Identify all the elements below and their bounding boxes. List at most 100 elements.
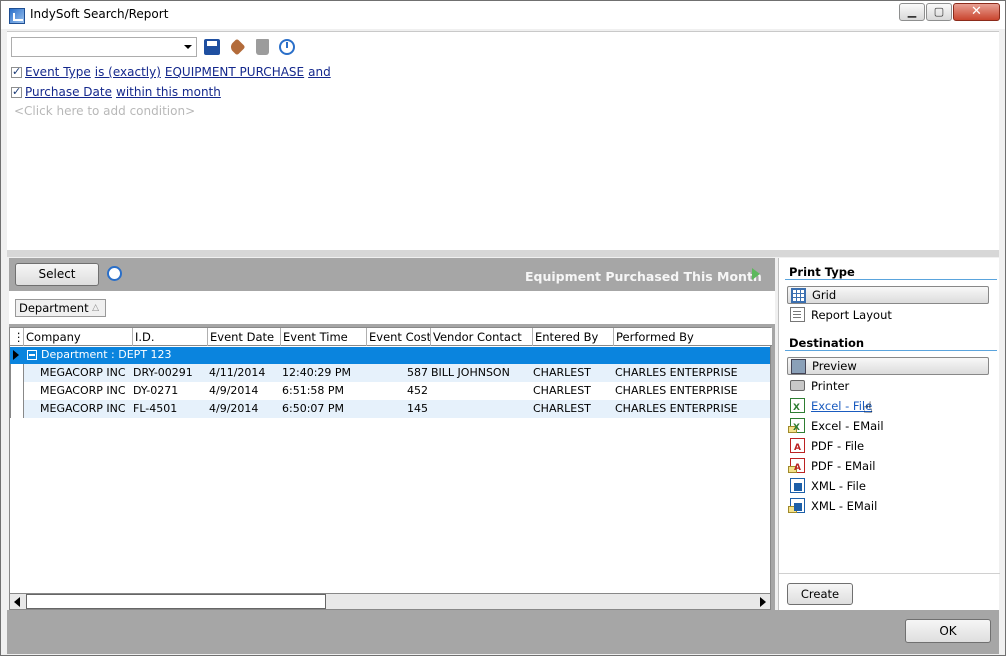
print-type-divider (785, 279, 997, 280)
group-row[interactable]: Department : DEPT 123 (10, 347, 770, 364)
group-by-chip[interactable]: Department △ (15, 299, 106, 317)
condition-1-checkbox[interactable] (11, 65, 22, 78)
cell-performed-by: CHARLES ENTERPRISE (615, 402, 738, 415)
destination-xml-file[interactable]: XML - File (787, 477, 866, 495)
destination-xml-email[interactable]: XML - EMail (787, 497, 877, 515)
envelope-icon (788, 426, 797, 433)
minimize-button[interactable]: ▁ (899, 3, 925, 21)
column-header[interactable]: Event Cost (367, 328, 431, 346)
tag-icon[interactable] (228, 38, 246, 56)
cell-event-time: 6:50:07 PM (282, 402, 345, 415)
destination-excel-file[interactable]: Excel - File ☝ (787, 397, 873, 417)
condition-1-conjunction[interactable]: and (308, 65, 331, 79)
condition-line-2: Purchase Date within this month (11, 84, 225, 100)
cell-id: DY-0271 (133, 384, 179, 397)
column-header[interactable]: I.D. (133, 328, 208, 346)
row-selector[interactable] (10, 364, 24, 382)
save-icon[interactable] (204, 39, 220, 55)
minimize-icon: ▁ (907, 5, 917, 18)
column-header[interactable]: Entered By (533, 328, 614, 346)
destination-pdf-file[interactable]: PDF - File (787, 437, 864, 457)
grid-header: ⋮ Company I.D. Event Date Event Time Eve… (10, 328, 772, 346)
table-row[interactable]: MEGACORP INC DY-0271 4/9/2014 6:51:58 PM… (10, 382, 770, 400)
add-condition-link[interactable]: <Click here to add condition> (14, 104, 195, 118)
current-row-indicator-icon (13, 350, 19, 360)
destination-preview[interactable]: Preview (787, 357, 989, 375)
close-button[interactable]: ✕ (953, 3, 1000, 21)
column-header[interactable]: Event Time (281, 328, 367, 346)
app-icon (9, 8, 25, 24)
ok-button[interactable]: OK (905, 619, 991, 643)
play-icon[interactable] (752, 268, 760, 280)
condition-2-field[interactable]: Purchase Date (25, 85, 112, 99)
print-type-grid[interactable]: Grid (787, 286, 989, 304)
envelope-icon (788, 506, 797, 513)
cell-vendor-contact (429, 400, 531, 418)
cell-event-cost: 452 (407, 384, 428, 397)
trash-icon[interactable] (256, 39, 269, 55)
cell-event-date: 4/9/2014 (209, 402, 259, 415)
print-type-heading: Print Type (789, 265, 855, 279)
cell-company: MEGACORP INC (40, 402, 126, 415)
group-by-chip-label: Department (19, 301, 89, 315)
destination-pdf-email[interactable]: PDF - EMail (787, 457, 876, 477)
stopwatch-icon[interactable] (107, 266, 122, 281)
destination-excel-email[interactable]: Excel - EMail (787, 417, 884, 437)
condition-2-operator[interactable]: within this month (116, 85, 221, 99)
cell-entered-by: CHARLEST (533, 366, 591, 379)
condition-1-field[interactable]: Event Type (25, 65, 91, 79)
row-selector[interactable] (10, 400, 24, 418)
envelope-icon (788, 466, 797, 473)
collapse-icon[interactable] (27, 350, 37, 360)
xml-file-icon (790, 478, 805, 493)
output-options-pane: Print Type Grid Report Layout Destinatio… (778, 258, 1000, 610)
cell-entered-by: CHARLEST (533, 402, 591, 415)
destination-printer[interactable]: Printer (787, 377, 849, 395)
cell-id: DRY-00291 (133, 366, 193, 379)
scrollbar-thumb[interactable] (26, 594, 326, 609)
horizontal-scrollbar[interactable] (9, 593, 771, 610)
select-button[interactable]: Select (15, 263, 99, 286)
destination-pdf-email-label: PDF - EMail (811, 459, 876, 473)
excel-email-icon (788, 418, 805, 437)
close-icon: ✕ (971, 4, 982, 19)
print-type-report-layout-label: Report Layout (811, 308, 892, 322)
cell-company: MEGACORP INC (40, 384, 126, 397)
scroll-right-icon[interactable] (760, 597, 766, 607)
column-header[interactable]: Company (24, 328, 133, 346)
row-selector[interactable] (10, 382, 24, 400)
destination-excel-email-label: Excel - EMail (811, 419, 884, 433)
maximize-button[interactable]: ▢ (926, 3, 952, 21)
table-row[interactable]: MEGACORP INC DRY-00291 4/11/2014 12:40:2… (10, 364, 770, 382)
column-chooser-icon[interactable]: ⋮ (10, 328, 24, 346)
maximize-icon: ▢ (933, 5, 945, 18)
cell-company: MEGACORP INC (40, 366, 126, 379)
stopwatch-icon[interactable] (279, 39, 295, 55)
table-row[interactable]: MEGACORP INC FL-4501 4/9/2014 6:50:07 PM… (10, 400, 770, 418)
printer-icon (790, 380, 805, 391)
cell-event-cost: 145 (407, 402, 428, 415)
chevron-down-icon[interactable] (184, 45, 192, 49)
destination-xml-file-label: XML - File (811, 479, 866, 493)
pdf-file-icon (790, 438, 805, 457)
print-type-report-layout[interactable]: Report Layout (787, 306, 892, 324)
destination-heading: Destination (789, 336, 865, 350)
destination-printer-label: Printer (811, 379, 850, 393)
column-header[interactable]: Event Date (208, 328, 281, 346)
condition-2-checkbox[interactable] (11, 85, 22, 98)
saved-search-combo[interactable] (11, 37, 197, 57)
create-divider (779, 573, 1000, 574)
xml-email-icon (788, 498, 805, 513)
cell-vendor-contact (429, 382, 531, 400)
cell-performed-by: CHARLES ENTERPRISE (615, 366, 738, 379)
search-report-window: IndySoft Search/Report ▁ ▢ ✕ Event Type … (0, 0, 1006, 656)
column-header[interactable]: Performed By (614, 328, 770, 346)
condition-1-operator[interactable]: is (exactly) (95, 65, 161, 79)
panel-splitter[interactable] (7, 250, 999, 257)
scroll-left-icon[interactable] (14, 597, 20, 607)
create-button[interactable]: Create (787, 583, 853, 605)
cell-event-time: 12:40:29 PM (282, 366, 352, 379)
column-header[interactable]: Vendor Contact (431, 328, 533, 346)
cell-id: FL-4501 (133, 402, 178, 415)
condition-1-value[interactable]: EQUIPMENT PURCHASE (165, 65, 304, 79)
